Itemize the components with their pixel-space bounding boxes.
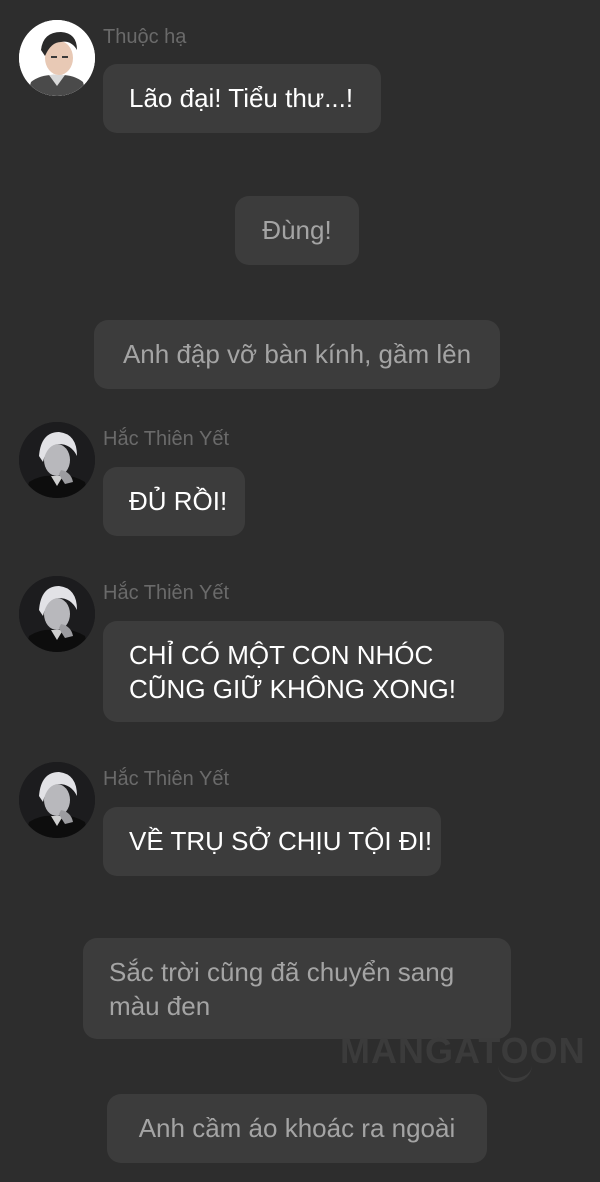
speaker-name: Hắc Thiên Yết (103, 582, 230, 604)
watermark-smile-icon (498, 1064, 532, 1082)
narration-text: màu đen (109, 991, 211, 1021)
bubble-text: CŨNG GIỮ KHÔNG XONG! (129, 674, 457, 704)
hac-thien-yet-avatar[interactable] (19, 422, 95, 498)
narration-text: Anh đập vỡ bàn kính, gầm lên (122, 339, 472, 369)
narration-text: Sắc trời cũng đã chuyển sang (109, 957, 455, 987)
speaker-name: Thuộc hạ (103, 26, 187, 48)
speaker-name: Hắc Thiên Yết (103, 768, 230, 790)
speech-bubble[interactable]: Lão đại! Tiểu thư...! (103, 64, 381, 133)
speaker-name: Hắc Thiên Yết (103, 428, 230, 450)
hac-thien-yet-avatar[interactable] (19, 762, 95, 838)
narration-bubble[interactable]: Anh cầm áo khoác ra ngoài (107, 1094, 487, 1163)
narration-text: Anh cầm áo khoác ra ngoài (138, 1113, 456, 1143)
narration-bubble[interactable]: Anh đập vỡ bàn kính, gầm lên (94, 320, 500, 389)
bubble-text: ĐỦ RỒI! (129, 486, 228, 516)
hac-thien-yet-avatar[interactable] (19, 576, 95, 652)
narration-bubble[interactable]: Đùng! (235, 196, 359, 265)
narration-text: Đùng! (262, 215, 332, 245)
subordinate-avatar[interactable] (19, 20, 95, 96)
speech-bubble[interactable]: CHỈ CÓ MỘT CON NHÓC CŨNG GIỮ KHÔNG XONG! (103, 621, 504, 722)
narration-bubble[interactable]: Sắc trời cũng đã chuyển sang màu đen (83, 938, 511, 1039)
bubble-text: VỀ TRỤ SỞ CHỊU TỘI ĐI! (129, 826, 433, 856)
watermark-text: MANGATOON (340, 1030, 586, 1071)
speech-bubble[interactable]: VỀ TRỤ SỞ CHỊU TỘI ĐI! (103, 807, 441, 876)
bubble-text: Lão đại! Tiểu thư...! (129, 83, 354, 113)
speech-bubble[interactable]: ĐỦ RỒI! (103, 467, 245, 536)
bubble-text: CHỈ CÓ MỘT CON NHÓC (129, 640, 434, 670)
